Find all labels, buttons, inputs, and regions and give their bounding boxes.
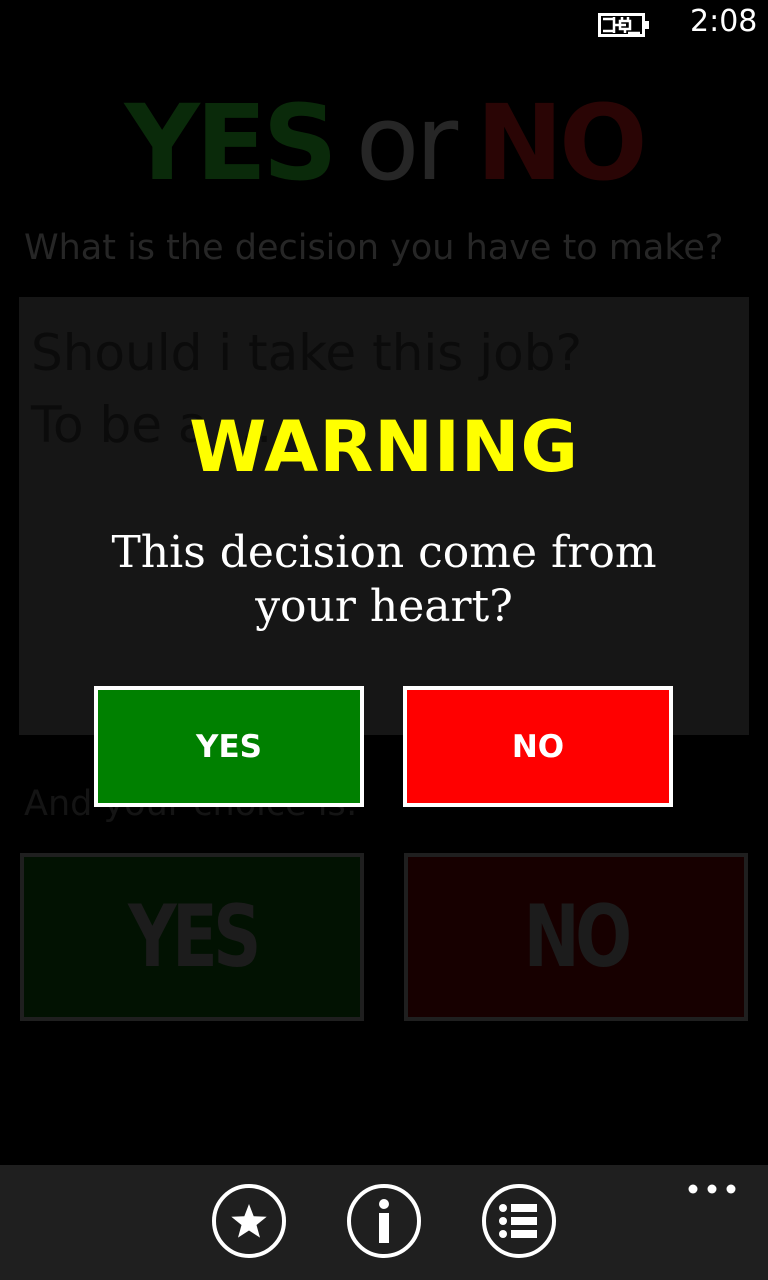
list-icon[interactable] <box>480 1182 558 1260</box>
info-icon[interactable] <box>345 1182 423 1260</box>
warning-title: WARNING <box>189 406 579 488</box>
decision-input[interactable]: Should i take this job? To be a ... <box>19 297 749 735</box>
choice-no-button[interactable]: NO <box>404 853 748 1021</box>
star-icon[interactable] <box>210 1182 288 1260</box>
app-title-or: or <box>355 82 458 204</box>
status-bar: 2:08 <box>0 0 768 48</box>
screen: 2:08 YES or NO What is the decision you ha… <box>0 0 768 1280</box>
warning-message: This decision come from your heart? <box>111 527 657 632</box>
app-title-no: NO <box>476 82 647 204</box>
dialog-yes-label: YES <box>196 728 262 765</box>
dialog-yes-button[interactable]: YES <box>94 686 364 807</box>
dialog-no-label: NO <box>511 728 565 765</box>
choice-yes-button[interactable]: YES <box>20 853 364 1021</box>
choice-yes-label: YES <box>127 887 261 987</box>
choice-no-label: NO <box>524 887 632 987</box>
battery-charging-icon <box>598 13 649 37</box>
question-label: What is the decision you have to make? <box>24 228 724 268</box>
status-time: 2:08 <box>690 4 758 39</box>
app-title: YES or NO <box>0 78 768 208</box>
more-icon[interactable] <box>686 1175 738 1203</box>
app-bar <box>0 1165 768 1280</box>
app-title-yes: YES <box>124 82 337 204</box>
dialog-no-button[interactable]: NO <box>403 686 673 807</box>
